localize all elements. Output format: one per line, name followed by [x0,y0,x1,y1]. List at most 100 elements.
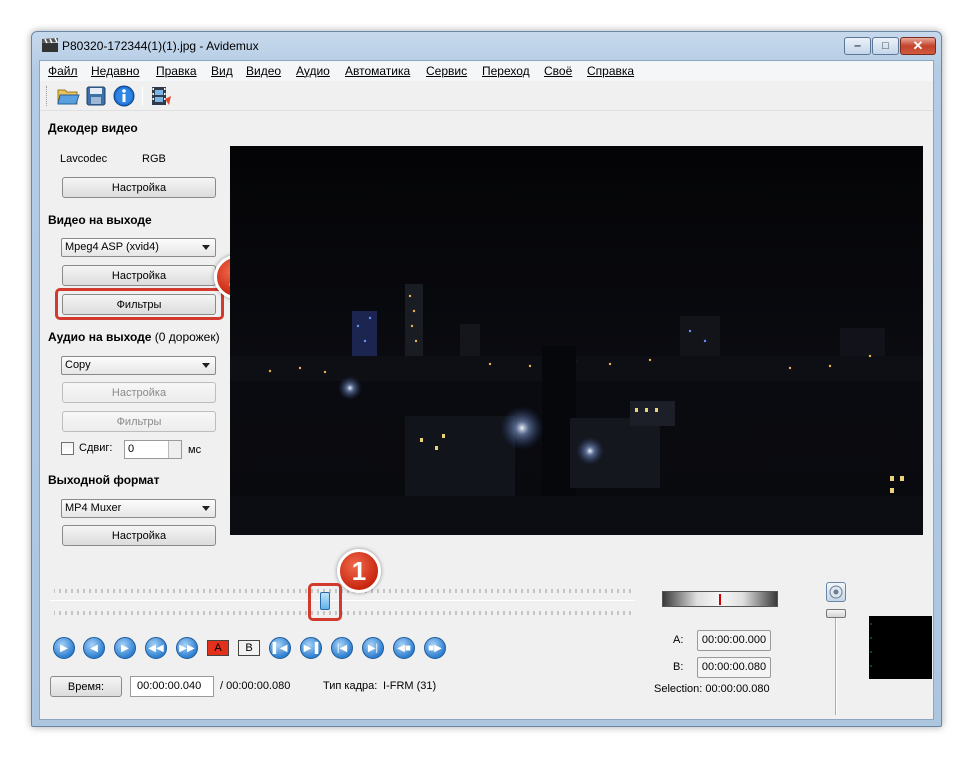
current-time-field[interactable]: 00:00:00.040 [130,676,214,697]
maximize-icon: □ [882,40,889,52]
go-to-end-button[interactable]: ▶| [362,637,384,659]
audio-meter-graphic [870,623,872,667]
timeline-ticks-top [54,589,631,593]
maximize-button[interactable]: □ [872,37,899,55]
menu-bar: Файл Недавно Правка Вид Видео Аудио Авто… [40,61,933,81]
fast-forward-icon: ▶▶ [179,642,195,654]
audio-track-count: (0 дорожек) [154,330,220,344]
shift-spinbox[interactable]: 0 [124,440,182,459]
window-title: P80320-172344(1)(1).jpg - Avidemux [62,39,259,53]
save-icon[interactable] [84,85,108,107]
chevron-down-icon [202,506,210,511]
menu-edit[interactable]: Правка [156,64,197,78]
video-decoder-heading: Декодер видео [48,121,138,135]
frame-type-label: Тип кадра: [323,680,378,692]
rewind-icon: ◀◀ [148,642,164,654]
video-output-heading: Видео на выходе [48,213,152,227]
chevron-down-icon [202,245,210,250]
skip-forward-icon: ▶| [367,642,379,654]
client-area: Файл Недавно Правка Вид Видео Аудио Авто… [39,60,934,720]
marker-b-icon: ▶▐ [303,642,319,654]
spin-arrows-icon[interactable] [168,441,181,458]
decoder-colorspace-label: RGB [142,153,166,165]
marker-b-label: B: [673,661,684,673]
black-frame-back-icon: ◀■ [397,642,411,654]
jog-shuttle[interactable] [662,591,778,607]
menu-video[interactable]: Видео [246,64,281,78]
audio-configure-button[interactable]: Настройка [62,382,216,403]
toolbar-grip [46,86,48,106]
arrow-left-icon: ◀ [90,642,98,654]
app-window: P80320-172344(1)(1).jpg - Avidemux ‒ □ ✕… [31,31,942,727]
volume-slider-thumb[interactable] [826,609,846,618]
decoder-configure-button[interactable]: Настройка [62,177,216,198]
filters-highlight [55,288,224,320]
chevron-down-icon [202,363,210,368]
step-badge-1: 1 [337,549,381,593]
marker-b-field: 00:00:00.080 [697,657,771,678]
skip-back-icon: |◀ [336,642,348,654]
next-frame-button[interactable]: ▶ [114,637,136,659]
menu-tools[interactable]: Сервис [426,64,467,78]
set-marker-b-button[interactable]: B [238,640,260,656]
menu-automation[interactable]: Автоматика [345,64,410,78]
marker-a-icon: ▌◀ [272,642,288,654]
volume-slider-track[interactable] [835,611,837,715]
next-keyframe-button[interactable]: ▶▶ [176,637,198,659]
audio-meter [869,616,932,679]
video-codec-value: Mpeg4 ASP (xvid4) [65,241,159,253]
go-to-marker-b-button[interactable]: ▶▐ [300,637,322,659]
marker-a-label: A: [673,634,684,646]
shift-unit: мс [188,444,202,456]
title-bar[interactable]: P80320-172344(1)(1).jpg - Avidemux ‒ □ ✕ [32,32,941,60]
total-time-label: / 00:00:00.080 [220,680,291,692]
muxer-configure-button[interactable]: Настройка [62,525,216,546]
timeline-track[interactable] [50,600,635,601]
audio-output-heading: Аудио на выходе (0 дорожек) [48,330,220,344]
previous-frame-button[interactable]: ◀ [83,637,105,659]
jog-position-marker [719,594,721,605]
menu-file[interactable]: Файл [48,64,78,78]
audio-filters-button[interactable]: Фильтры [62,411,216,432]
time-button[interactable]: Время: [50,676,122,697]
minimize-button[interactable]: ‒ [844,37,871,55]
play-icon: ▶ [60,642,68,654]
shift-value: 0 [128,443,135,455]
timeline-ticks-bottom [54,611,631,615]
audio-codec-select[interactable]: Copy [61,356,216,375]
frame-type-value: I-FRM (31) [383,680,437,692]
video-configure-button[interactable]: Настройка [62,265,216,286]
clapperboard-icon [42,38,58,52]
open-icon[interactable] [56,85,80,107]
menu-go[interactable]: Переход [482,64,530,78]
audio-codec-value: Copy [65,359,91,371]
toolbar-separator [142,86,143,106]
shift-checkbox[interactable] [61,442,74,455]
previous-black-frame-button[interactable]: ◀■ [393,637,415,659]
minimize-icon: ‒ [854,40,861,52]
filmstrip-icon[interactable] [148,85,172,107]
speaker-icon[interactable] [826,582,846,602]
output-format-heading: Выходной формат [48,473,160,487]
close-icon: ✕ [912,38,924,53]
timeline-thumb-highlight [308,583,342,621]
previous-keyframe-button[interactable]: ◀◀ [145,637,167,659]
arrow-right-icon: ▶ [121,642,129,654]
muxer-select[interactable]: MP4 Muxer [61,499,216,518]
menu-custom[interactable]: Своё [544,64,572,78]
menu-view[interactable]: Вид [211,64,233,78]
video-frame-image [230,146,923,535]
close-button[interactable]: ✕ [900,37,936,55]
play-button[interactable]: ▶ [53,637,75,659]
menu-recent[interactable]: Недавно [91,64,139,78]
next-black-frame-button[interactable]: ■▶ [424,637,446,659]
selection-duration-label: Selection: 00:00:00.080 [654,683,770,695]
go-to-start-button[interactable]: |◀ [331,637,353,659]
go-to-marker-a-button[interactable]: ▌◀ [269,637,291,659]
set-marker-a-button[interactable]: A [207,640,229,656]
menu-help[interactable]: Справка [587,64,634,78]
menu-audio[interactable]: Аудио [296,64,330,78]
video-codec-select[interactable]: Mpeg4 ASP (xvid4) [61,238,216,257]
video-preview [230,146,923,535]
info-icon[interactable] [112,85,136,107]
